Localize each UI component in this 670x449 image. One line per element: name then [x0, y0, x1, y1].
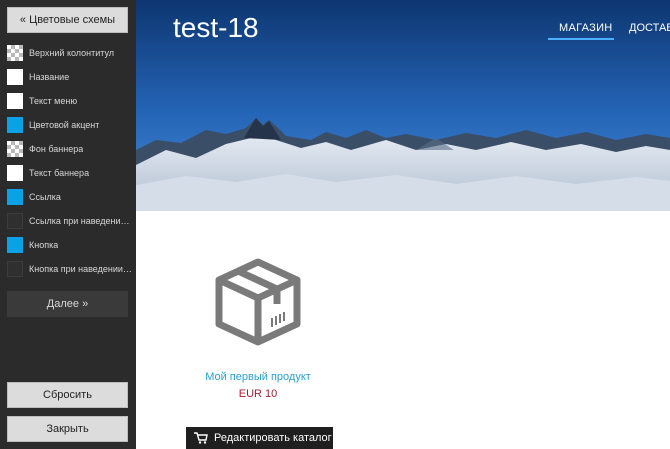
setting-button-hover[interactable]: Кнопка при наведении ... [7, 257, 132, 281]
setting-label: Название [29, 72, 70, 82]
setting-link[interactable]: Ссылка [7, 185, 132, 209]
setting-header[interactable]: Верхний колонтитул [7, 41, 132, 65]
close-button[interactable]: Закрыть [7, 416, 128, 442]
setting-label: Ссылка при наведении ... [29, 216, 132, 226]
site-title[interactable]: test-18 [173, 12, 259, 44]
setting-link-hover[interactable]: Ссылка при наведении ... [7, 209, 132, 233]
setting-accent[interactable]: Цветовой акцент [7, 113, 132, 137]
swatch-white-icon[interactable] [7, 69, 23, 85]
setting-label: Кнопка при наведении ... [29, 264, 132, 274]
setting-title[interactable]: Название [7, 65, 132, 89]
nav-active-indicator [548, 38, 614, 40]
setting-label: Текст баннера [29, 168, 90, 178]
next-button[interactable]: Далее » [7, 291, 128, 317]
sidebar-panel: « Цветовые схемы Верхний колонтитул Назв… [0, 0, 136, 449]
edit-catalog-button[interactable]: Редактировать каталог [186, 427, 333, 449]
swatch-dark-icon[interactable] [7, 261, 23, 277]
swatch-checker-icon[interactable] [7, 45, 23, 61]
color-settings-list: Верхний колонтитул Название Текст меню Ц… [7, 41, 132, 281]
product-box-icon[interactable] [213, 256, 303, 348]
setting-label: Ссылка [29, 192, 61, 202]
product-price: EUR 10 [238, 388, 278, 400]
swatch-blue-icon[interactable] [7, 237, 23, 253]
setting-label: Цветовой акцент [29, 120, 100, 130]
setting-menu-text[interactable]: Текст меню [7, 89, 132, 113]
setting-label: Текст меню [29, 96, 78, 106]
setting-label: Кнопка [29, 240, 59, 250]
setting-banner-bg[interactable]: Фон баннера [7, 137, 132, 161]
reset-button[interactable]: Сбросить [7, 382, 128, 408]
swatch-blue-icon[interactable] [7, 117, 23, 133]
swatch-checker-icon[interactable] [7, 141, 23, 157]
nav-item-delivery[interactable]: ДОСТАВ [629, 22, 670, 34]
setting-banner-text[interactable]: Текст баннера [7, 161, 132, 185]
setting-label: Фон баннера [29, 144, 84, 154]
swatch-blue-icon[interactable] [7, 189, 23, 205]
nav-item-shop[interactable]: МАГАЗИН [559, 22, 613, 34]
setting-label: Верхний колонтитул [29, 48, 115, 58]
edit-catalog-label: Редактировать каталог [214, 432, 332, 444]
setting-button[interactable]: Кнопка [7, 233, 132, 257]
swatch-white-icon[interactable] [7, 93, 23, 109]
color-schemes-back-button[interactable]: « Цветовые схемы [7, 7, 128, 33]
swatch-dark-icon[interactable] [7, 213, 23, 229]
product-name-link[interactable]: Мой первый продукт [190, 371, 326, 383]
cart-icon [194, 432, 208, 444]
swatch-white-icon[interactable] [7, 165, 23, 181]
